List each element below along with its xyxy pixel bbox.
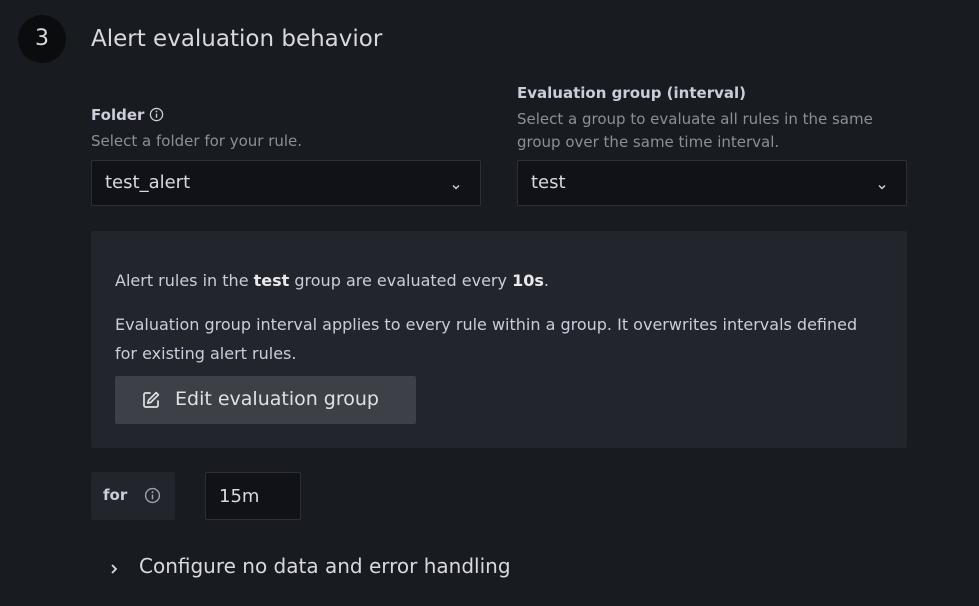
folder-description: Select a folder for your rule.	[91, 132, 303, 150]
edit-evaluation-group-button[interactable]: Edit evaluation group	[115, 376, 416, 424]
interval-value: 10s	[512, 271, 544, 290]
step-number-badge: 3	[18, 15, 66, 63]
chevron-down-icon	[876, 178, 888, 197]
chevron-right-icon	[108, 561, 120, 580]
evaluation-group-description: Select a group to evaluate all rules in …	[517, 110, 873, 151]
folder-select-value: test_alert	[105, 172, 191, 193]
evaluation-interval-explanation: Evaluation group interval applies to eve…	[115, 315, 858, 363]
pending-period-input[interactable]	[205, 472, 301, 520]
pending-period-label-box: for	[91, 472, 175, 520]
evaluation-info-box: Alert rules in the test group are evalua…	[91, 231, 907, 448]
evaluation-group-select[interactable]: test	[517, 160, 907, 206]
evaluation-group-label: Evaluation group (interval)	[517, 84, 746, 102]
interval-text-suffix: .	[543, 271, 549, 290]
group-name: test	[253, 271, 290, 290]
edit-icon	[141, 390, 161, 414]
info-circle-icon[interactable]	[144, 487, 161, 508]
alert-evaluation-section: 3 Alert evaluation behavior Folder Selec…	[0, 0, 979, 606]
section-title: Alert evaluation behavior	[91, 26, 383, 52]
folder-label-text: Folder	[91, 106, 145, 124]
evaluation-interval-text: Alert rules in the test group are evalua…	[115, 271, 549, 290]
interval-text-prefix: Alert rules in the	[115, 271, 254, 290]
chevron-down-icon	[450, 178, 462, 197]
interval-text-middle: group are evaluated every	[289, 271, 513, 290]
info-circle-icon[interactable]	[149, 107, 164, 126]
pending-period-label: for	[103, 486, 128, 504]
folder-label: Folder	[91, 106, 164, 126]
edit-evaluation-group-label: Edit evaluation group	[175, 388, 379, 410]
configure-error-handling-label: Configure no data and error handling	[139, 554, 511, 578]
evaluation-group-select-value: test	[531, 172, 566, 193]
folder-select[interactable]: test_alert	[91, 160, 481, 206]
